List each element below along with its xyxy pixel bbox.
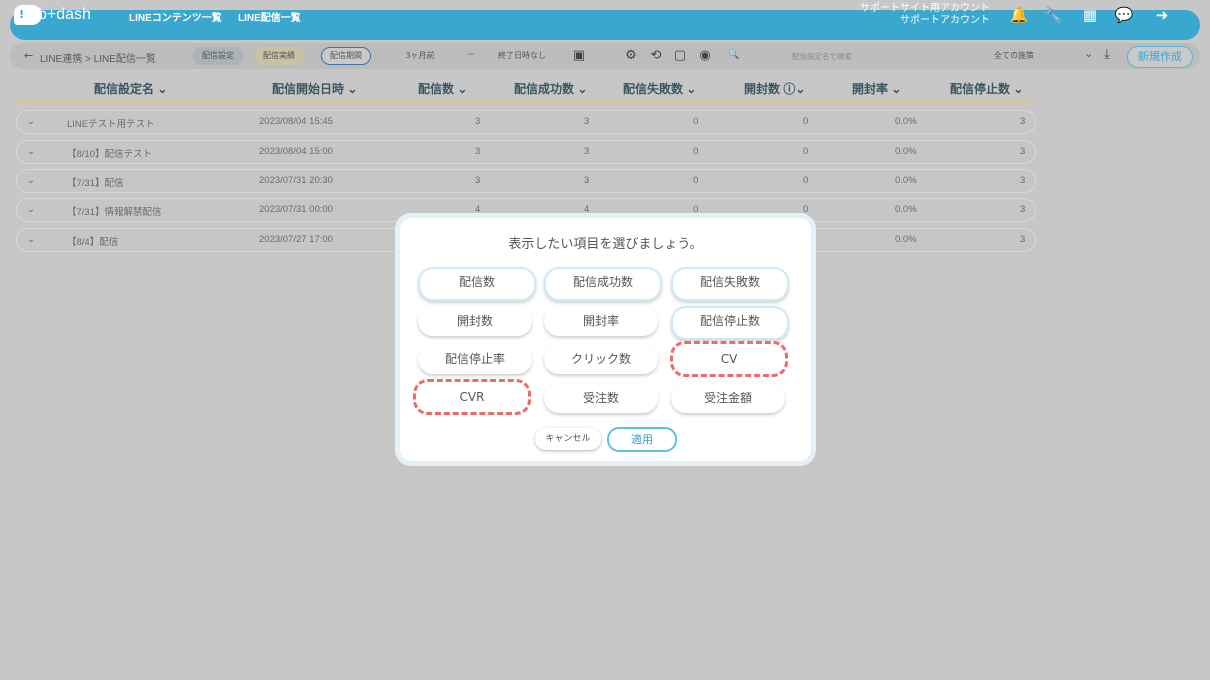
tab-delivery-settings[interactable]: 配信設定 (193, 47, 243, 65)
col-header-fail[interactable]: 配信失敗数 ⌄ (623, 80, 696, 97)
logout-icon[interactable]: ➜ (1152, 6, 1172, 24)
option-stop-rate[interactable]: 配信停止率 (418, 344, 532, 374)
option-sent-count[interactable]: 配信数 (418, 267, 536, 301)
table-row[interactable]: ⌄ 【8/10】配信テスト 2023/08/04 15:00 3 3 0 0 0… (16, 140, 1036, 164)
option-stop-count[interactable]: 配信停止数 (671, 306, 789, 340)
row-open-rate: 0.0% (895, 175, 917, 186)
col-header-sent[interactable]: 配信数 ⌄ (418, 80, 467, 97)
chevron-down-icon: ⌄ (1084, 47, 1094, 60)
row-date: 2023/07/31 20:30 (259, 175, 333, 186)
option-cvr[interactable]: CVR (413, 379, 531, 415)
row-open-rate: 0.0% (895, 204, 917, 215)
row-date: 2023/08/04 15:00 (259, 146, 333, 157)
period-from-select[interactable]: 3ヶ月前 (376, 47, 464, 65)
row-opens: 0 (803, 175, 809, 186)
row-fail: 0 (693, 146, 699, 157)
eye-icon[interactable]: ◉ (696, 47, 714, 65)
row-date: 2023/08/04 15:45 (259, 116, 333, 127)
row-success: 3 (584, 116, 590, 127)
search-input[interactable]: 🔍 配信設定名で検索 (722, 47, 940, 65)
col-header-success[interactable]: 配信成功数 ⌄ (514, 80, 587, 97)
settings-icon[interactable]: ⚙ (622, 47, 640, 65)
row-success: 3 (584, 146, 590, 157)
row-name: 【8/4】配信 (67, 237, 119, 248)
row-stops: 3 (1020, 234, 1026, 245)
nav-line-deliveries[interactable]: LINE配信一覧 (238, 9, 301, 24)
row-open-rate: 0.0% (895, 146, 917, 157)
col-header-name[interactable]: 配信設定名 ⌄ (94, 80, 167, 97)
app-logo-text[interactable]: b+dash (38, 6, 91, 24)
row-stops: 3 (1020, 146, 1026, 157)
row-opens: 0 (803, 116, 809, 127)
expand-chevron-icon[interactable]: ⌄ (27, 234, 35, 245)
row-stops: 3 (1020, 175, 1026, 186)
search-placeholder: 配信設定名で検索 (792, 52, 852, 61)
row-name: LINEテスト用テスト (67, 119, 155, 130)
row-date: 2023/07/27 17:00 (259, 234, 333, 245)
option-success-count[interactable]: 配信成功数 (544, 267, 662, 301)
account-name: サポートサイト用アカウント (860, 3, 990, 14)
row-open-rate: 0.0% (895, 234, 917, 245)
row-name: 【7/31】配信 (67, 178, 124, 189)
search-icon: 🔍 (728, 50, 740, 60)
row-stops: 3 (1020, 116, 1026, 127)
campaign-select-value: 全ての施策 (994, 51, 1034, 60)
period-label: 配信期間 (321, 47, 371, 65)
expand-chevron-icon[interactable]: ⌄ (27, 146, 35, 157)
copy-icon[interactable]: ▢ (671, 47, 689, 65)
col-header-opens[interactable]: 開封数 ⓘ⌄ (744, 80, 805, 97)
account-info[interactable]: サポートサイト用アカウント サポートアカウント (858, 3, 990, 27)
row-date: 2023/07/31 00:00 (259, 204, 333, 215)
option-open-count[interactable]: 開封数 (418, 306, 532, 336)
bell-icon[interactable]: 🔔 (1009, 6, 1029, 24)
option-fail-count[interactable]: 配信失敗数 (671, 267, 789, 301)
expand-chevron-icon[interactable]: ⌄ (27, 175, 35, 186)
col-header-stops[interactable]: 配信停止数 ⌄ (950, 80, 1023, 97)
wrench-icon[interactable]: 🔧 (1043, 6, 1063, 24)
calendar-icon[interactable]: ▣ (570, 47, 588, 65)
breadcrumb[interactable]: LINE連携 > LINE配信一覧 (40, 50, 156, 65)
col-header-start-date[interactable]: 配信開始日時 ⌄ (272, 80, 357, 97)
dialog-title: 表示したい項目を選びましょう。 (508, 237, 703, 252)
expand-chevron-icon[interactable]: ⌄ (27, 116, 35, 127)
table-row[interactable]: ⌄ 【7/31】配信 2023/07/31 20:30 3 3 0 0 0.0%… (16, 169, 1036, 193)
back-arrow-icon[interactable]: ← (24, 49, 33, 62)
period-to-select[interactable]: 終了日時なし (478, 47, 566, 65)
row-name: 【8/10】配信テスト (67, 149, 152, 160)
row-stops: 3 (1020, 204, 1026, 215)
option-cv[interactable]: CV (670, 341, 788, 377)
row-open-rate: 0.0% (895, 116, 917, 127)
period-separator: ~ (467, 50, 475, 60)
row-opens: 0 (803, 146, 809, 157)
table-row[interactable]: ⌄ LINEテスト用テスト 2023/08/04 15:45 3 3 0 0 0… (16, 110, 1036, 134)
row-sent: 3 (475, 116, 481, 127)
option-click-count[interactable]: クリック数 (544, 344, 658, 374)
row-success: 3 (584, 175, 590, 186)
download-icon[interactable]: ⤓ (1104, 47, 1110, 62)
campaign-select[interactable]: 全ての施策 ⌄ (946, 47, 1098, 65)
row-sent: 3 (475, 175, 481, 186)
cancel-button[interactable]: キャンセル (535, 428, 601, 450)
account-sub: サポートアカウント (900, 15, 990, 26)
col-header-open-rate[interactable]: 開封率 ⌄ (852, 80, 901, 97)
new-create-button[interactable]: 新規作成 (1127, 46, 1193, 68)
history-icon[interactable]: ⟲ (647, 47, 665, 65)
tab-delivery-results[interactable]: 配信実績 (254, 47, 304, 65)
option-order-amount[interactable]: 受注金額 (671, 383, 785, 413)
option-order-count[interactable]: 受注数 (544, 383, 658, 413)
row-fail: 0 (693, 175, 699, 186)
chat-icon[interactable]: 💬 (1114, 6, 1134, 24)
row-sent: 3 (475, 146, 481, 157)
apply-button[interactable]: 適用 (607, 427, 677, 452)
row-fail: 0 (693, 116, 699, 127)
nav-line-contents[interactable]: LINEコンテンツ一覧 (129, 9, 222, 24)
option-open-rate[interactable]: 開封率 (544, 306, 658, 336)
header-divider (15, 99, 1033, 103)
grid-icon[interactable]: ▦ (1080, 6, 1100, 24)
expand-chevron-icon[interactable]: ⌄ (27, 204, 35, 215)
row-name: 【7/31】情報解禁配信 (67, 207, 162, 218)
